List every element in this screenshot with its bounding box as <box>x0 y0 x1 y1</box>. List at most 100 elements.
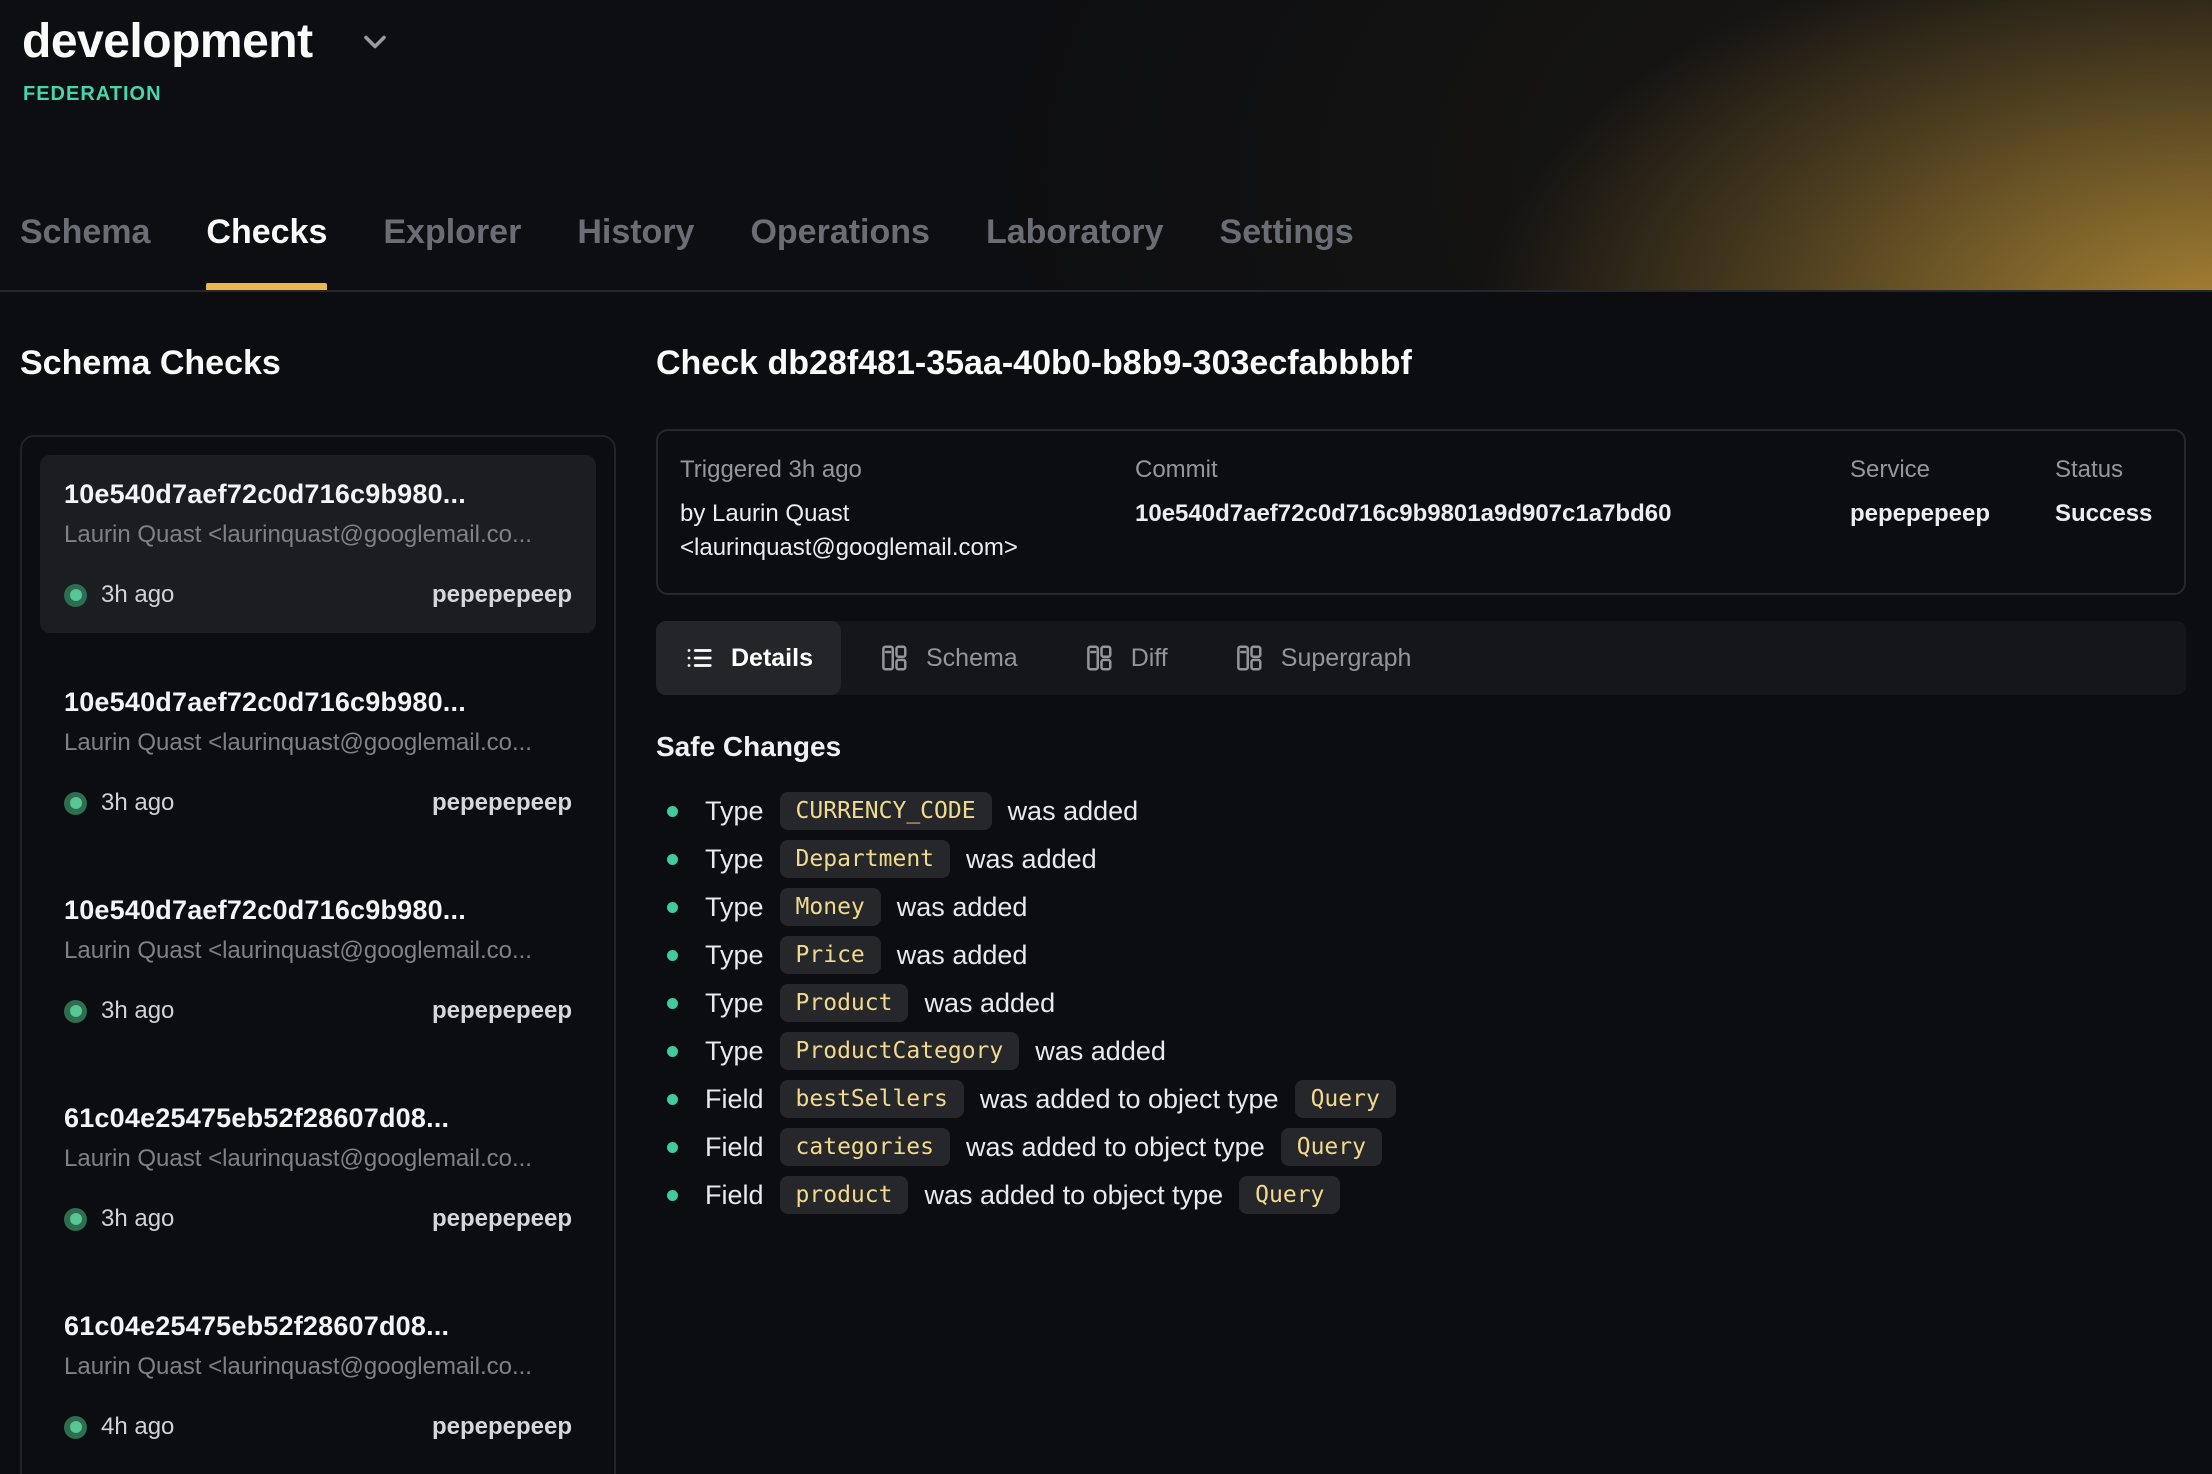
success-dot-icon <box>64 1416 87 1439</box>
page-header: development FEDERATION Schema Checks Exp… <box>0 0 2212 292</box>
change-suffix: was added <box>966 844 1097 875</box>
change-suffix: was added to object type <box>980 1084 1279 1115</box>
bullet-icon <box>667 806 678 817</box>
change-row: Type CURRENCY_CODE was added <box>656 787 2186 835</box>
check-id: 10e540d7aef72c0d716c9b980... <box>64 895 572 926</box>
triggered-label: Triggered 3h ago <box>680 453 1135 487</box>
nav-tab[interactable]: Laboratory <box>986 213 1164 290</box>
view-tab-label: Schema <box>926 644 1018 673</box>
check-time: 3h ago <box>101 789 174 817</box>
change-kind: Field <box>705 1084 764 1115</box>
view-tab[interactable]: Details <box>656 621 841 695</box>
change-row: Type ProductCategory was added <box>656 1027 2186 1075</box>
change-kind: Field <box>705 1180 764 1211</box>
view-tab[interactable]: Schema <box>851 621 1046 695</box>
change-kind: Type <box>705 988 764 1019</box>
check-meta-row: 3h ago pepepepeep <box>64 581 572 609</box>
change-name-chip: Price <box>780 936 881 974</box>
change-kind: Type <box>705 796 764 827</box>
change-suffix: was added <box>897 892 1028 923</box>
change-suffix: was added to object type <box>966 1132 1265 1163</box>
main-area: Schema Checks 10e540d7aef72c0d716c9b980.… <box>0 292 2212 1474</box>
check-time: 3h ago <box>101 997 174 1025</box>
check-meta-row: 4h ago pepepepeep <box>64 1413 572 1441</box>
change-suffix: was added <box>924 988 1055 1019</box>
check-meta-card: Triggered 3h ago by Laurin Quast <laurin… <box>656 429 2186 595</box>
check-time: 3h ago <box>101 581 174 609</box>
change-row: Type Product was added <box>656 979 2186 1027</box>
check-time-wrap: 3h ago <box>64 997 174 1025</box>
change-kind: Type <box>705 1036 764 1067</box>
service-value: pepepepeep <box>1850 497 2055 531</box>
check-service: pepepepeep <box>432 581 572 609</box>
check-meta-row: 3h ago pepepepeep <box>64 789 572 817</box>
meta-col-triggered: Triggered 3h ago by Laurin Quast <laurin… <box>680 453 1135 565</box>
view-tab[interactable]: Diff <box>1056 621 1196 695</box>
change-kind: Type <box>705 892 764 923</box>
check-time-wrap: 4h ago <box>64 1413 174 1441</box>
success-dot-icon <box>64 1208 87 1231</box>
nav-tab[interactable]: History <box>577 213 694 290</box>
project-type-badge: FEDERATION <box>23 83 2212 106</box>
nav-tab[interactable]: Schema <box>20 213 150 290</box>
triggered-by: by Laurin Quast <box>680 497 1135 531</box>
schema-checks-sidebar: Schema Checks 10e540d7aef72c0d716c9b980.… <box>20 344 616 1474</box>
meta-col-service: Service pepepepeep <box>1850 453 2055 565</box>
check-list-item[interactable]: 10e540d7aef72c0d716c9b980... Laurin Quas… <box>40 663 596 841</box>
change-suffix: was added <box>897 940 1028 971</box>
checks-list: 10e540d7aef72c0d716c9b980... Laurin Quas… <box>20 435 616 1474</box>
commit-label: Commit <box>1135 453 1850 487</box>
change-name-chip: CURRENCY_CODE <box>780 792 992 830</box>
change-row: Field bestSellers was added to object ty… <box>656 1075 2186 1123</box>
nav-tab[interactable]: Explorer <box>383 213 521 290</box>
nav-tab[interactable]: Settings <box>1220 213 1354 290</box>
change-target-chip: Query <box>1239 1176 1340 1214</box>
check-list-item[interactable]: 61c04e25475eb52f28607d08... Laurin Quast… <box>40 1079 596 1257</box>
change-target-chip: Query <box>1295 1080 1396 1118</box>
columns-layout-icon <box>1084 643 1114 673</box>
change-target-chip: Query <box>1281 1128 1382 1166</box>
main-nav: Schema Checks Explorer History Operation… <box>0 213 2212 290</box>
service-label: Service <box>1850 453 2055 487</box>
triggered-email: <laurinquast@googlemail.com> <box>680 531 1135 565</box>
check-id: 10e540d7aef72c0d716c9b980... <box>64 687 572 718</box>
chevron-down-icon[interactable] <box>357 24 393 60</box>
nav-tab[interactable]: Operations <box>750 213 929 290</box>
check-list-item[interactable]: 10e540d7aef72c0d716c9b980... Laurin Quas… <box>40 871 596 1049</box>
success-dot-icon <box>64 1000 87 1023</box>
change-kind: Type <box>705 844 764 875</box>
change-row: Field categories was added to object typ… <box>656 1123 2186 1171</box>
check-list-item[interactable]: 61c04e25475eb52f28607d08... Laurin Quast… <box>40 1287 596 1465</box>
sidebar-title: Schema Checks <box>20 344 616 383</box>
bullet-icon <box>667 854 678 865</box>
check-time: 4h ago <box>101 1413 174 1441</box>
change-row: Type Department was added <box>656 835 2186 883</box>
nav-tab[interactable]: Checks <box>206 213 327 290</box>
check-id: 61c04e25475eb52f28607d08... <box>64 1311 572 1342</box>
view-tab-label: Supergraph <box>1281 644 1412 673</box>
project-name: development <box>22 14 313 69</box>
view-tab-label: Details <box>731 644 813 673</box>
bullet-icon <box>667 1190 678 1201</box>
change-name-chip: Money <box>780 888 881 926</box>
check-service: pepepepeep <box>432 1413 572 1441</box>
check-list-item[interactable]: 10e540d7aef72c0d716c9b980... Laurin Quas… <box>40 455 596 633</box>
check-service: pepepepeep <box>432 997 572 1025</box>
change-row: Type Price was added <box>656 931 2186 979</box>
status-value: Success <box>2055 497 2162 531</box>
safe-changes-title: Safe Changes <box>656 731 2186 763</box>
check-author: Laurin Quast <laurinquast@googlemail.co.… <box>64 1353 572 1381</box>
change-name-chip: bestSellers <box>780 1080 964 1118</box>
change-name-chip: categories <box>780 1128 950 1166</box>
change-name-chip: product <box>780 1176 909 1214</box>
check-service: pepepepeep <box>432 789 572 817</box>
status-label: Status <box>2055 453 2162 487</box>
view-tab[interactable]: Supergraph <box>1206 621 1440 695</box>
change-suffix: was added to object type <box>924 1180 1223 1211</box>
success-dot-icon <box>64 584 87 607</box>
bullet-icon <box>667 998 678 1009</box>
check-author: Laurin Quast <laurinquast@googlemail.co.… <box>64 1145 572 1173</box>
project-switcher[interactable]: development <box>22 14 2212 69</box>
meta-col-commit: Commit 10e540d7aef72c0d716c9b9801a9d907c… <box>1135 453 1850 565</box>
meta-col-status: Status Success <box>2055 453 2162 565</box>
